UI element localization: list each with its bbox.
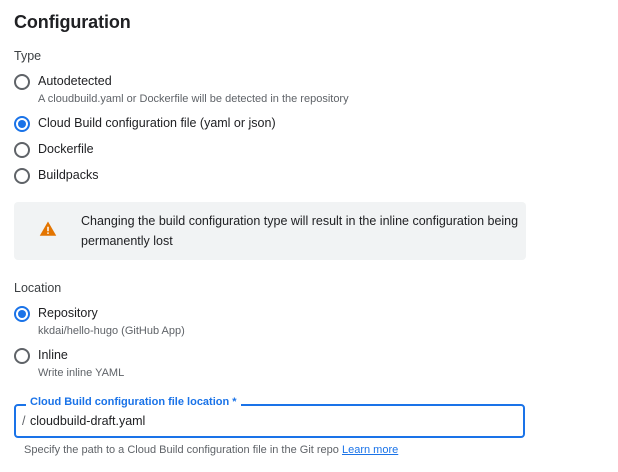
radio-inline-description: Write inline YAML bbox=[38, 367, 125, 379]
type-section-label: Type bbox=[14, 49, 42, 63]
location-section-label: Location bbox=[14, 281, 62, 295]
radio-inline-label[interactable]: Inline bbox=[38, 348, 68, 362]
path-prefix: / bbox=[22, 414, 26, 428]
learn-more-link[interactable]: Learn more bbox=[342, 444, 398, 456]
radio-dockerfile-label[interactable]: Dockerfile bbox=[38, 142, 94, 156]
radio-repository-description: kkdai/hello-hugo (GitHub App) bbox=[38, 325, 185, 337]
radio-cloud-build-config-file[interactable] bbox=[14, 116, 30, 132]
radio-buildpacks[interactable] bbox=[14, 168, 30, 184]
config-file-hint: Specify the path to a Cloud Build config… bbox=[24, 444, 398, 456]
radio-autodetected[interactable] bbox=[14, 74, 30, 90]
config-file-location-input[interactable] bbox=[30, 411, 510, 431]
config-file-hint-text: Specify the path to a Cloud Build config… bbox=[24, 444, 339, 456]
radio-repository[interactable] bbox=[14, 306, 30, 322]
radio-inline[interactable] bbox=[14, 348, 30, 364]
radio-repository-label[interactable]: Repository bbox=[38, 306, 98, 320]
config-file-location-legend: Cloud Build configuration file location … bbox=[26, 396, 241, 408]
page-title: Configuration bbox=[14, 12, 131, 32]
warning-message: Changing the build configuration type wi… bbox=[81, 214, 519, 248]
warning-triangle-icon bbox=[39, 221, 57, 236]
radio-dockerfile[interactable] bbox=[14, 142, 30, 158]
radio-autodetected-description: A cloudbuild.yaml or Dockerfile will be … bbox=[38, 93, 349, 105]
radio-buildpacks-label[interactable]: Buildpacks bbox=[38, 168, 98, 182]
radio-autodetected-label[interactable]: Autodetected bbox=[38, 74, 112, 88]
radio-cloud-build-config-file-label[interactable]: Cloud Build configuration file (yaml or … bbox=[38, 116, 276, 130]
